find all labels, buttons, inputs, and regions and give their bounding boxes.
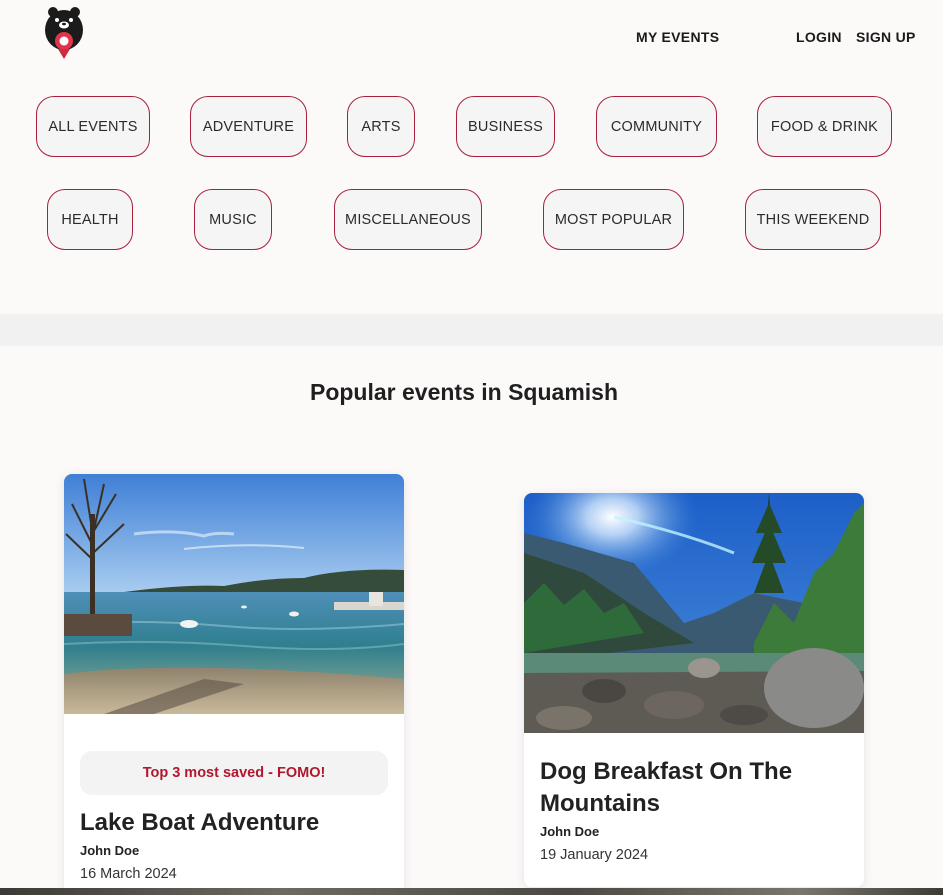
event-date: 19 January 2024 (540, 847, 649, 863)
category-health[interactable]: HEALTH (47, 189, 133, 250)
event-title[interactable]: Dog Breakfast On The Mountains (540, 756, 850, 820)
category-arts[interactable]: ARTS (347, 96, 415, 157)
bear-logo-icon[interactable] (44, 4, 84, 60)
event-author: John Doe (80, 843, 140, 858)
footer-image-strip (0, 888, 943, 895)
header: MY EVENTS LOGIN SIGN UP (0, 0, 943, 72)
status-badge: Top 3 most saved - FOMO! (80, 751, 388, 795)
event-card[interactable]: Dog Breakfast On The Mountains John Doe … (524, 493, 864, 887)
category-business[interactable]: BUSINESS (456, 96, 555, 157)
nav-sign-up-link[interactable]: SIGN UP (856, 29, 916, 45)
section-title: Popular events in Squamish (309, 379, 619, 405)
category-this-weekend[interactable]: THIS WEEKEND (745, 189, 881, 250)
category-food-drink[interactable]: FOOD & DRINK (757, 96, 892, 157)
event-author: John Doe (540, 824, 600, 839)
category-most-popular[interactable]: MOST POPULAR (543, 189, 684, 250)
event-image-mountain[interactable] (524, 493, 864, 733)
category-all-events[interactable]: ALL EVENTS (36, 96, 150, 157)
category-music[interactable]: MUSIC (194, 189, 272, 250)
event-title[interactable]: Lake Boat Adventure (80, 807, 390, 839)
nav-my-events-link[interactable]: MY EVENTS (636, 29, 719, 45)
event-card[interactable]: Top 3 most saved - FOMO! Lake Boat Adven… (64, 474, 404, 895)
category-adventure[interactable]: ADVENTURE (190, 96, 307, 157)
category-community[interactable]: COMMUNITY (596, 96, 717, 157)
category-miscellaneous[interactable]: MISCELLANEOUS (334, 189, 482, 250)
event-date: 16 March 2024 (80, 866, 177, 882)
section-divider (0, 314, 943, 346)
event-image-lake[interactable] (64, 474, 404, 714)
nav-login-link[interactable]: LOGIN (796, 29, 842, 45)
